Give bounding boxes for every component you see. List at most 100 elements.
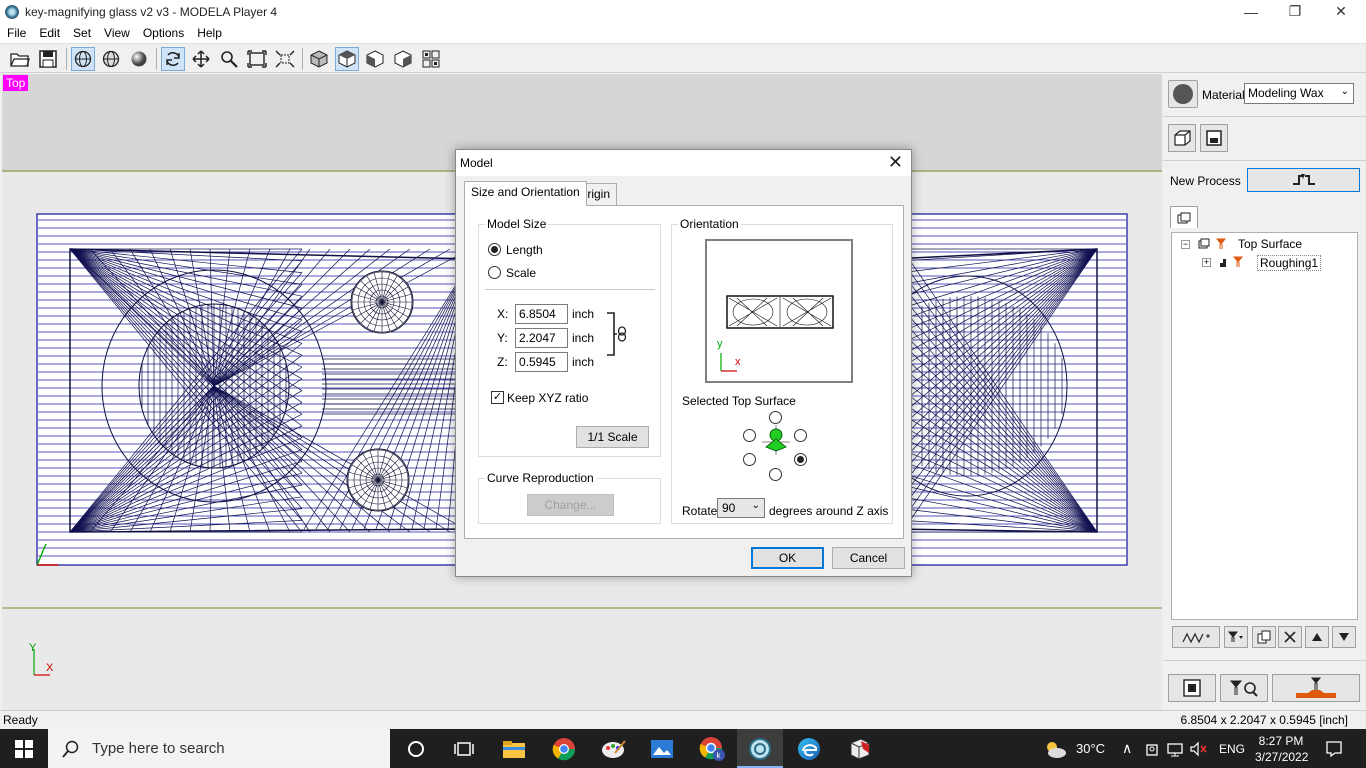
dialog-title: Model (460, 156, 493, 170)
z-unit: inch (572, 355, 595, 369)
view-front-icon[interactable] (363, 47, 387, 71)
dialog-close-icon[interactable]: ✕ (888, 152, 903, 173)
rotate-icon[interactable] (161, 47, 185, 71)
maximize-button[interactable]: ❐ (1272, 0, 1318, 23)
wireframe-icon[interactable] (71, 47, 95, 71)
status-bar: Ready 6.8504 x 2.2047 x 0.5945 [inch] (0, 710, 1366, 729)
axis-x-label: X (46, 662, 54, 674)
length-radio[interactable] (488, 243, 501, 256)
delete-icon[interactable] (1278, 626, 1302, 648)
tray-icons[interactable] (1145, 729, 1209, 768)
tab-size-orientation[interactable]: Size and Orientation (464, 181, 587, 206)
minimize-button[interactable]: — (1228, 0, 1274, 23)
surface-top-radio[interactable] (769, 411, 782, 424)
zoom-icon[interactable] (217, 47, 241, 71)
windows-start-icon[interactable] (10, 735, 38, 763)
view-multi-icon[interactable] (419, 47, 443, 71)
layout-icon[interactable] (1168, 674, 1216, 702)
orientation-label: Orientation (678, 217, 741, 231)
dialog-title-bar: Model ✕ (456, 150, 911, 176)
move-up-icon[interactable] (1305, 626, 1329, 648)
curve-group: Curve Reproduction Change... (478, 471, 661, 524)
process-tree[interactable]: − Top Surface + Roughing1 (1171, 232, 1358, 620)
x-unit: inch (572, 307, 595, 321)
surface-bottom-radio[interactable] (769, 468, 782, 481)
collapse-icon[interactable]: − (1181, 240, 1190, 249)
x-size-input[interactable]: 6.8504 (515, 304, 568, 324)
volume-muted-icon (1190, 741, 1207, 756)
move-down-icon[interactable] (1332, 626, 1356, 648)
compass-icon[interactable] (1168, 80, 1198, 108)
surface-left-front-radio[interactable] (743, 453, 756, 466)
view-iso-icon[interactable] (307, 47, 331, 71)
language-indicator[interactable]: ENG (1219, 729, 1245, 768)
app-cube-icon[interactable] (845, 735, 873, 763)
menu-file[interactable]: File (0, 26, 32, 40)
scale-label: Scale (506, 266, 537, 280)
tree-item-top-surface[interactable]: Top Surface (1238, 237, 1302, 251)
model-box-icon[interactable] (1168, 124, 1196, 152)
menu-view[interactable]: View (97, 26, 136, 40)
surface-right-front-radio[interactable] (794, 453, 807, 466)
material-select[interactable]: Modeling Wax ⌄ (1244, 83, 1354, 104)
taskbar-search[interactable]: Type here to search (48, 729, 390, 768)
surface-icon[interactable] (99, 47, 123, 71)
weather-widget[interactable]: 30°C (1042, 729, 1105, 768)
view-top-icon[interactable] (335, 47, 359, 71)
keep-ratio-checkbox[interactable]: ✓ (491, 391, 504, 404)
modela-task[interactable] (737, 729, 783, 768)
surface-left-back-radio[interactable] (743, 429, 756, 442)
process-panel: Material Modeling Wax ⌄ New Process − To… (1163, 74, 1366, 710)
rotate-select[interactable]: 90 ⌄ (717, 498, 765, 518)
surface-right-back-radio[interactable] (794, 429, 807, 442)
chevron-down-icon: ⌄ (751, 500, 760, 511)
move-icon[interactable] (189, 47, 213, 71)
toolbar (0, 43, 1366, 73)
change-button[interactable]: Change... (527, 494, 614, 516)
one-to-one-scale-button[interactable]: 1/1 Scale (576, 426, 649, 448)
render-icon[interactable] (127, 47, 151, 71)
menu-help[interactable]: Help (190, 26, 228, 40)
cancel-button[interactable]: Cancel (832, 547, 905, 569)
close-button[interactable]: ✕ (1318, 0, 1364, 23)
new-process-button[interactable] (1247, 168, 1360, 192)
zoom-box-icon[interactable] (273, 47, 297, 71)
scale-radio[interactable] (488, 266, 501, 279)
open-icon[interactable] (8, 47, 32, 71)
surface-node-icon (1198, 238, 1227, 249)
fit-icon[interactable] (245, 47, 269, 71)
copy-icon[interactable] (1252, 626, 1276, 648)
cut-icon[interactable] (1272, 674, 1360, 702)
chrome-profile-icon[interactable]: k (698, 735, 726, 763)
menu-set[interactable]: Set (66, 26, 97, 40)
tool-settings-icon[interactable] (1224, 626, 1248, 648)
chrome-icon[interactable] (550, 735, 578, 763)
notification-icon[interactable] (1320, 735, 1348, 763)
menu-edit[interactable]: Edit (32, 26, 66, 40)
edge-icon[interactable] (795, 735, 823, 763)
cortana-icon[interactable] (402, 735, 430, 763)
y-unit: inch (572, 331, 595, 345)
new-process-label: New Process (1170, 174, 1241, 188)
paint-icon[interactable] (600, 735, 628, 763)
ok-button[interactable]: OK (751, 547, 824, 569)
tray-chevron-icon[interactable]: ∧ (1122, 729, 1132, 768)
toolpath-icon[interactable] (1172, 626, 1220, 648)
link-ratio-icon[interactable] (605, 311, 631, 359)
preview-cut-icon[interactable] (1220, 674, 1268, 702)
tree-item-roughing1[interactable]: Roughing1 (1257, 255, 1322, 271)
y-size-input[interactable]: 2.2047 (515, 328, 568, 348)
task-view-icon[interactable] (450, 735, 478, 763)
view-side-icon[interactable] (391, 47, 415, 71)
selected-top-surface-label: Selected Top Surface (682, 394, 796, 408)
z-size-input[interactable]: 0.5945 (515, 352, 568, 372)
file-explorer-icon[interactable] (500, 735, 528, 763)
save-icon[interactable] (36, 47, 60, 71)
preview-y-label: y (717, 338, 723, 350)
photos-icon[interactable] (648, 735, 676, 763)
clock[interactable]: 8:27 PM 3/27/2022 (1255, 733, 1308, 765)
menu-options[interactable]: Options (136, 26, 190, 40)
stock-icon[interactable] (1200, 124, 1228, 152)
tree-tab-icon[interactable] (1170, 206, 1198, 228)
expand-icon[interactable]: + (1202, 258, 1211, 267)
